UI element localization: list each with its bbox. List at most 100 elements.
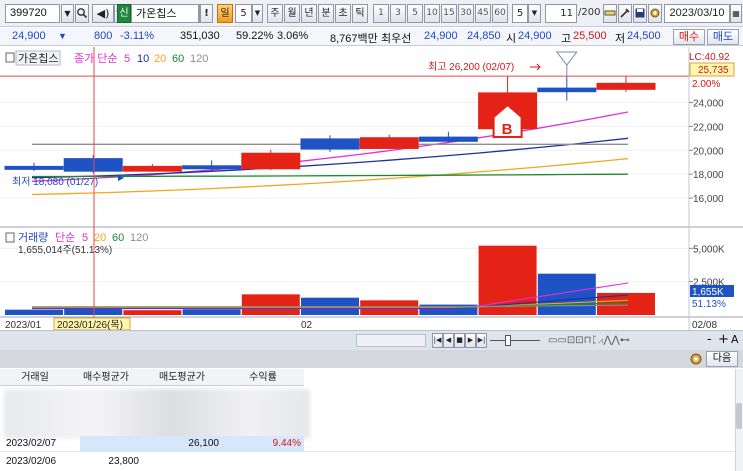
auto-scale-button[interactable]: A — [731, 333, 739, 346]
table-row[interactable]: 2023/02/06 23,800 — [0, 454, 743, 470]
tools-icon[interactable] — [618, 4, 632, 23]
column-header-sell-avg[interactable]: 매도평균가 — [142, 369, 222, 386]
period-tick-button[interactable]: 틱 — [352, 4, 368, 23]
volume-value: 351,030 — [180, 30, 220, 42]
volume-bar — [123, 310, 182, 315]
best-bid: 24,850 — [467, 30, 501, 42]
zoom-out-button[interactable]: - — [707, 332, 712, 347]
legend-ma-label: 종가 단순 — [74, 52, 118, 65]
drawing-tools-icon[interactable]: ▭▭⊡⊡⊓ᛈ⩘⋀⋀⊷ — [548, 335, 630, 346]
day-count-field[interactable]: 5 — [235, 4, 252, 23]
volume-legend-ma20: 20 — [94, 232, 106, 244]
candle-body — [300, 138, 360, 150]
volume-legend-ma-label: 단순 — [55, 231, 75, 244]
current-pct-label: 2.00% — [692, 79, 720, 90]
code-dropdown-icon[interactable]: ▼ — [61, 4, 74, 23]
minute-30-button[interactable]: 30 — [458, 4, 474, 23]
calendar-icon[interactable]: ▦ — [730, 4, 742, 23]
volume-bar — [182, 309, 241, 315]
zoom-in-button[interactable]: + — [718, 332, 729, 347]
horizontal-scrollbar[interactable] — [356, 334, 426, 347]
date-field[interactable]: 2023/03/10 — [664, 4, 730, 23]
period-year-button[interactable]: 년 — [301, 4, 317, 23]
next-page-button[interactable]: 다음 — [706, 351, 738, 367]
table-scroll-thumb[interactable] — [736, 403, 742, 429]
price-volume-chart[interactable]: 최고 26,200 (02/07) 최저 18,080 (01/27) B 가온칩스… — [0, 47, 743, 330]
x-label-jan: 2023/01 — [5, 320, 42, 330]
zoom-slider-track[interactable] — [490, 340, 540, 341]
x-label-end: 02/08 — [692, 320, 717, 330]
search-icon[interactable] — [75, 4, 89, 23]
top-toolbar: 399720 ▼ ◀) ▼ 신 가온칩스 ▼ ! 일 5 ▼ 주 월 년 분 초… — [0, 0, 743, 27]
volume-legend-ma120: 120 — [130, 232, 148, 244]
prev-icon[interactable]: ◀ — [443, 333, 454, 348]
candle-body — [596, 82, 656, 90]
best-price-label: 최우선 — [381, 33, 412, 45]
best-ask: 24,900 — [424, 30, 458, 42]
volume-legend-ma5: 5 — [82, 232, 88, 244]
chart-window: 399720 ▼ ◀) ▼ 신 가온칩스 ▼ ! 일 5 ▼ 주 월 년 분 초… — [0, 0, 743, 471]
page-field[interactable]: 11 — [545, 4, 577, 23]
price-legend: 가온칩스 종가 단순 5 10 20 60 120 — [5, 50, 208, 66]
day-period-button[interactable]: 일 — [217, 4, 233, 23]
sell-button[interactable]: 매도 — [707, 29, 739, 45]
minute-15-button[interactable]: 15 — [441, 4, 457, 23]
open-price: 24,900 — [518, 30, 552, 42]
count-select-field[interactable]: 5 — [512, 4, 528, 23]
next-icon[interactable]: ▶ — [465, 333, 476, 348]
candle-body — [359, 137, 419, 149]
minute-5-button[interactable]: 5 — [407, 4, 423, 23]
price-tick-label: 18,000 — [693, 170, 724, 181]
new-listing-badge: 신 — [117, 4, 131, 23]
quote-strip: 24,900 ▼ 800 -3.11% 351,030 59.22% 3.06%… — [0, 28, 743, 46]
stock-code-input[interactable]: 399720 — [5, 4, 60, 23]
low-price: 24,500 — [627, 30, 661, 42]
volume-tick-label: 5,000K — [693, 244, 725, 255]
x-label-feb: 02 — [301, 320, 313, 330]
high-label: 고 — [561, 33, 572, 45]
price-tick-label: 24,000 — [693, 98, 724, 109]
column-header-buy-avg[interactable]: 매수평균가 — [70, 369, 142, 386]
candle-body — [182, 165, 242, 170]
settings-gear-icon[interactable] — [648, 4, 662, 23]
first-icon[interactable]: |◀ — [432, 333, 443, 348]
stock-name-field[interactable]: 가온칩스 — [131, 4, 199, 23]
buy-button[interactable]: 매수 — [673, 29, 705, 45]
minute-1-button[interactable]: 1 — [373, 4, 389, 23]
turnover-pct: 3.06% — [277, 30, 309, 42]
ruler-icon[interactable] — [603, 4, 617, 23]
period-week-button[interactable]: 주 — [267, 4, 283, 23]
chart-navigation-bar: |◀ ◀ ■ ▶ ▶| ▭▭⊡⊡⊓ᛈ⩘⋀⋀⊷ - + A — [0, 330, 743, 350]
legend-ma120: 120 — [190, 53, 208, 65]
current-volume-pct: 51.13% — [692, 299, 726, 310]
table-settings-gear-icon[interactable] — [689, 352, 703, 366]
redacted-rows — [4, 389, 310, 439]
current-volume-label: 1,655K — [692, 287, 724, 298]
row-buy-avg — [80, 436, 142, 452]
day-count-dropdown-icon[interactable]: ▼ — [252, 4, 263, 23]
period-minute-button[interactable]: 분 — [318, 4, 334, 23]
minute-10-button[interactable]: 10 — [424, 4, 440, 23]
row-date: 2023/02/07 — [6, 438, 57, 449]
period-month-button[interactable]: 월 — [284, 4, 300, 23]
last-icon[interactable]: ▶| — [476, 333, 487, 348]
column-header-return[interactable]: 수익률 — [222, 369, 304, 386]
speaker-icon[interactable]: ◀) — [92, 4, 114, 23]
save-icon[interactable] — [633, 4, 647, 23]
column-header-date[interactable]: 거래일 — [0, 369, 70, 386]
minute-3-button[interactable]: 3 — [390, 4, 406, 23]
minute-60-button[interactable]: 60 — [492, 4, 508, 23]
trade-history-table: 거래일 매수평균가 매도평균가 수익률 2023/02/07 26,100 9.… — [0, 369, 743, 471]
period-second-button[interactable]: 초 — [335, 4, 351, 23]
minute-45-button[interactable]: 45 — [475, 4, 491, 23]
volume-pct: 59.22% — [236, 30, 274, 42]
table-row[interactable]: 2023/02/07 26,100 9.44% — [0, 436, 743, 452]
zoom-slider-thumb[interactable] — [505, 335, 511, 346]
volume-bar — [241, 294, 300, 315]
page-total-label: /200 — [578, 7, 601, 18]
warning-button[interactable]: ! — [200, 4, 213, 23]
count-select-dropdown-icon[interactable]: ▼ — [528, 4, 541, 23]
stop-icon[interactable]: ■ — [454, 333, 465, 348]
volume-legend-ma60: 60 — [112, 232, 124, 244]
candle-body — [241, 152, 301, 170]
